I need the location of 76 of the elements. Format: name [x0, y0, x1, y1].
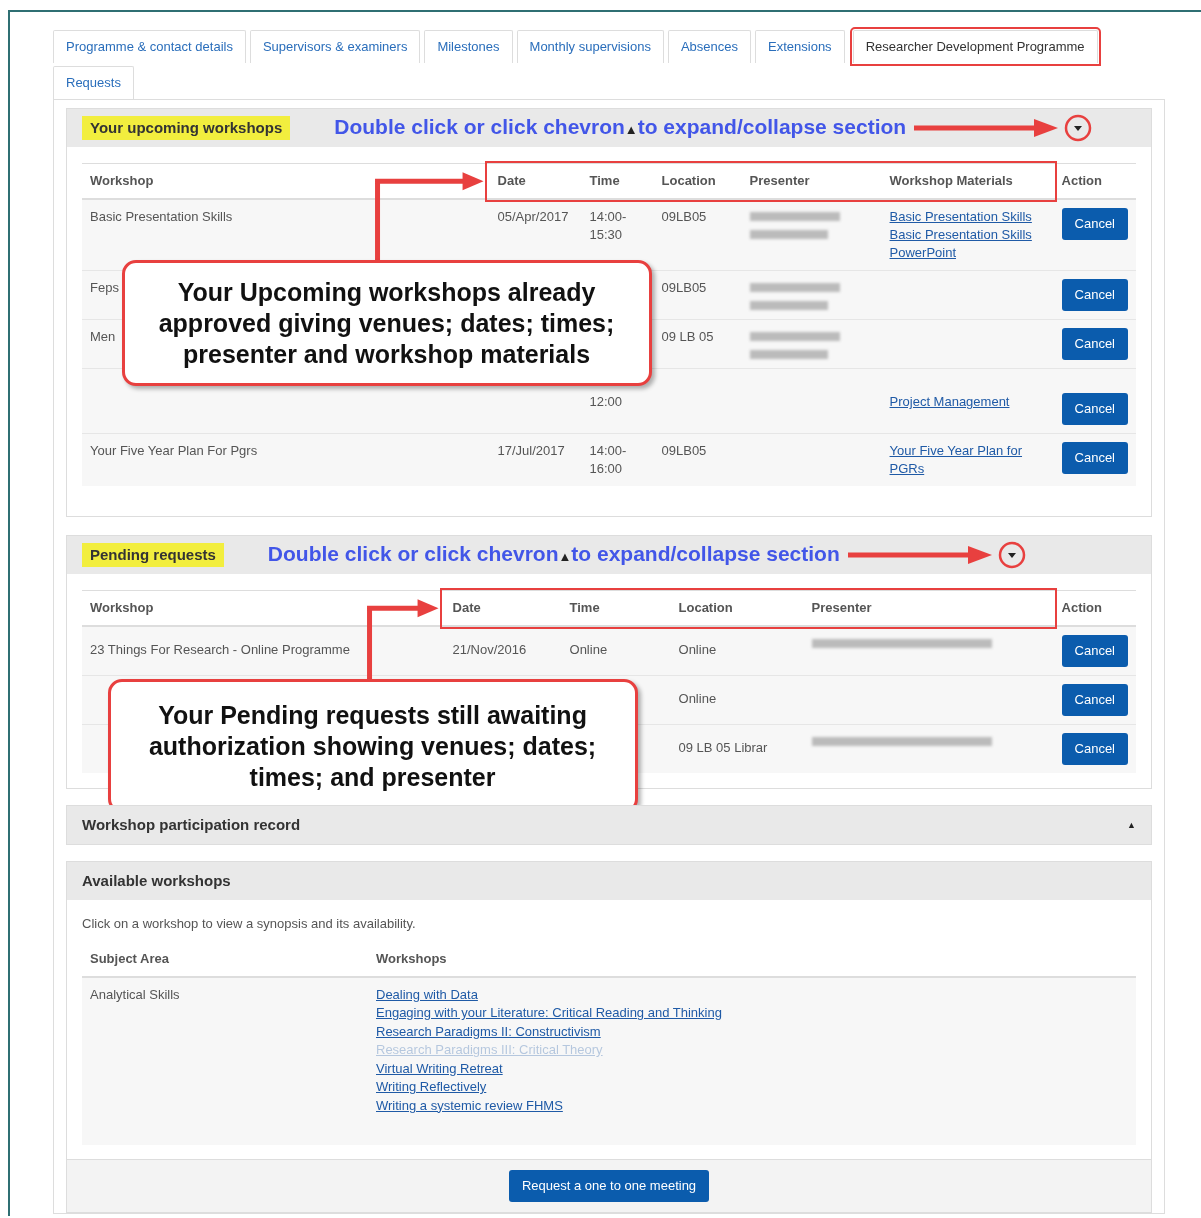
workshop-link[interactable]: Writing Reflectively	[376, 1078, 487, 1097]
table-cell: 09 LB 05 Librar	[678, 740, 768, 755]
table-cell: 09LB05	[661, 280, 707, 295]
chevron-icon[interactable]	[1007, 553, 1016, 558]
tab[interactable]: Absences	[667, 30, 752, 63]
cancel-button[interactable]: Cancel	[1061, 279, 1128, 311]
table-cell: Analytical Skills	[90, 986, 180, 1002]
intro-text: Click on a workshop to view a synopsis and its availability.	[82, 915, 417, 933]
instruction-text: Double click or click chevron▲to expand/collapse section	[334, 113, 907, 140]
section-title: Available workshops	[82, 871, 231, 891]
table-cell: 17/Jul/2017	[497, 443, 565, 458]
workshop-link[interactable]: Research Paradigms II: Constructivism	[376, 1022, 601, 1041]
cancel-button[interactable]: Cancel	[1061, 684, 1128, 716]
table-cell: 21/Nov/2016	[452, 642, 527, 657]
table-cell: Online	[678, 642, 717, 657]
material-link[interactable]: Basic Presentation Skills	[889, 208, 1046, 226]
tab[interactable]: Milestones	[424, 30, 513, 63]
highlight-circle	[998, 541, 1025, 569]
cancel-button[interactable]: Cancel	[1061, 393, 1128, 425]
request-meeting-button[interactable]: Request a one to one meeting	[508, 1170, 710, 1202]
tab[interactable]: Supervisors & examiners	[249, 30, 421, 63]
table-cell: 09LB05	[661, 209, 707, 224]
column-header: Time	[581, 163, 654, 199]
column-header: Presenter	[803, 590, 1054, 626]
table-cell: 05/Apr/2017	[497, 209, 569, 224]
material-link[interactable]: PGRs	[889, 460, 1046, 478]
table-cell: Feps	[90, 280, 119, 295]
tab[interactable]: Extensions	[755, 30, 845, 63]
column-header: Date	[444, 590, 562, 626]
tab[interactable]: Programme & contact details	[53, 30, 246, 63]
table-cell: Men	[90, 329, 116, 344]
column-header: Location	[670, 590, 804, 626]
cancel-button[interactable]: Cancel	[1061, 442, 1128, 474]
column-header: Date	[489, 163, 582, 199]
collapse-toggle[interactable]: ▲	[1127, 815, 1136, 835]
section-title: Workshop participation record	[82, 815, 301, 835]
workshop-link[interactable]: Engaging with your Literature: Critical Reading and Thinking	[376, 1004, 722, 1023]
highlight-circle	[1064, 114, 1092, 142]
section-title: Your upcoming workshops	[82, 116, 291, 140]
table-cell: 12:00	[589, 393, 623, 411]
section-title: Pending requests	[82, 543, 224, 567]
table-cell: Online	[569, 642, 608, 657]
workshop-link[interactable]: Dealing with Data	[376, 985, 478, 1004]
callout-note: Your Upcoming workshops already approved giving venues; dates; times; presenter and workshop materials	[121, 260, 652, 386]
section-header[interactable]: Your upcoming workshops Double click or click chevron▲to expand/collapse section	[67, 109, 1151, 147]
table-cell: Your Five Year Plan For Pgrs	[90, 443, 258, 458]
column-header: Workshop Materials	[881, 163, 1054, 199]
material-link[interactable]: PowerPoint	[889, 244, 1046, 262]
cancel-button[interactable]: Cancel	[1061, 328, 1128, 360]
section-header[interactable]: Workshop participation record ▲	[67, 806, 1151, 844]
table-cell: Online	[678, 691, 717, 706]
tab[interactable]: Monthly supervisions	[516, 30, 664, 63]
material-link[interactable]: Your Five Year Plan for	[889, 442, 1046, 460]
workshop-link[interactable]: Virtual Writing Retreat	[376, 1059, 503, 1078]
table-cell: 09 LB 05	[661, 329, 714, 344]
tab[interactable]: Requests	[53, 66, 134, 99]
instruction-text: Double click or click chevron▲to expand/collapse section	[267, 540, 840, 567]
table-cell: 14:00- 16:00	[589, 442, 627, 478]
chevron-icon[interactable]	[1074, 126, 1083, 131]
cancel-button[interactable]: Cancel	[1061, 208, 1128, 240]
column-header: Time	[561, 590, 671, 626]
table-cell: 23 Things For Research - Online Programme	[90, 642, 350, 657]
cancel-button[interactable]: Cancel	[1061, 733, 1128, 765]
column-header: Action	[1053, 590, 1136, 626]
column-header: Action	[1053, 163, 1136, 199]
table-cell: 14:00- 15:30	[589, 208, 627, 244]
tab[interactable]: Researcher Development Programme	[852, 30, 1098, 63]
cancel-button[interactable]: Cancel	[1061, 635, 1128, 667]
table-cell: Basic Presentation Skills	[90, 209, 233, 224]
table-cell: 09LB05	[661, 443, 707, 458]
workshop-link[interactable]: Writing a systemic review FHMS	[376, 1096, 563, 1115]
column-header: Presenter	[741, 163, 882, 199]
section-header[interactable]: Pending requests Double click or click chevron▲to expand/collapse section	[67, 536, 1151, 574]
material-link[interactable]: Basic Presentation Skills	[889, 226, 1046, 244]
section-header[interactable]: Available workshops	[67, 862, 1151, 900]
column-header: Location	[653, 163, 742, 199]
